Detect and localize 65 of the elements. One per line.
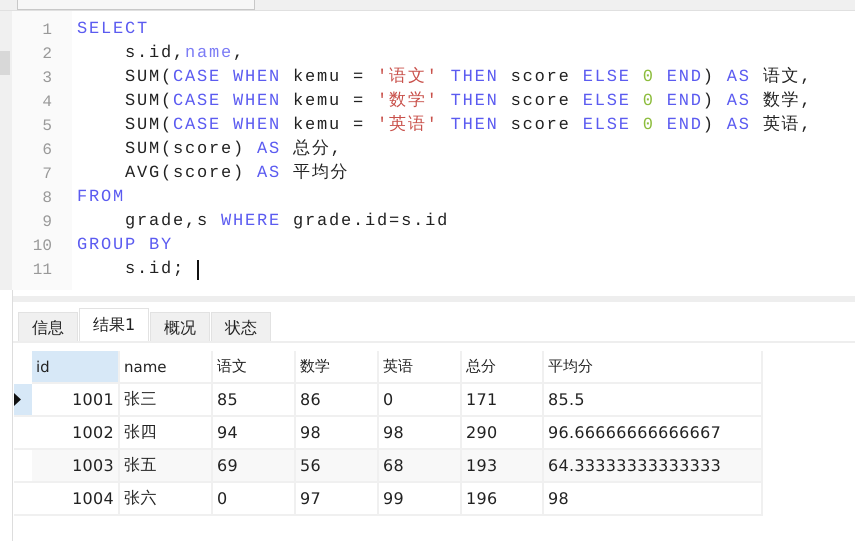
table-cell: 1003 [32, 450, 120, 483]
code-line: SUM(CASE WHEN kemu = '数学' THEN score ELSE 0 END) AS 数学, [124, 90, 814, 113]
code-line: FROM [77, 187, 126, 209]
scroll-marker [0, 51, 10, 75]
table-cell: 196 [462, 483, 544, 516]
code-line: s.id; [77, 258, 855, 282]
table-cell: 0 [379, 384, 462, 417]
line-number: 6 [41, 140, 53, 161]
table-cell: 171 [462, 384, 544, 417]
column-header[interactable]: 总分 [462, 351, 544, 384]
code-line: SUM(score) AS 总分, [124, 138, 344, 161]
table-cell: 56 [296, 450, 379, 483]
line-number: 9 [41, 212, 53, 233]
table-cell: 张六 [120, 483, 213, 516]
table-cell: 98 [379, 417, 462, 450]
table-cell: 1001 [32, 384, 120, 417]
code-line: AVG(score) AS 平均分 [124, 162, 350, 185]
table-cell: 98 [296, 417, 379, 450]
line-number: 3 [41, 68, 53, 89]
table-cell: 86 [296, 384, 379, 417]
table-cell: 96.66666666666667 [544, 417, 763, 450]
code-line: s.id,name, [124, 43, 246, 65]
table-cell: 64.33333333333333 [544, 450, 763, 483]
column-header[interactable]: 语文 [213, 351, 296, 384]
table-cell: 0 [213, 483, 296, 516]
current-row-icon [14, 393, 21, 406]
line-number: 10 [32, 236, 53, 257]
code-line: GROUP BY [77, 235, 174, 257]
column-header[interactable]: 英语 [379, 351, 462, 384]
result-tab[interactable]: 概况 [150, 312, 210, 341]
code-line: SELECT [77, 19, 150, 41]
table-cell: 193 [462, 450, 544, 483]
result-tab[interactable]: 状态 [211, 312, 272, 341]
table-cell: 290 [462, 417, 544, 450]
line-number: 4 [41, 92, 53, 113]
editor-tab[interactable] [17, 0, 255, 10]
line-number: 5 [41, 116, 53, 137]
table-cell: 98 [544, 483, 763, 516]
table-cell: 69 [213, 450, 296, 483]
column-header[interactable]: name [120, 351, 213, 384]
column-header[interactable]: id [32, 351, 120, 384]
table-cell: 99 [379, 483, 462, 516]
result-tab[interactable]: 信息 [18, 312, 78, 341]
table-cell: 85.5 [544, 384, 763, 417]
table-cell: 张四 [120, 417, 213, 450]
table-cell: 1002 [32, 417, 120, 450]
table-cell: 张三 [120, 384, 213, 417]
row-indicator[interactable] [14, 384, 32, 417]
line-number: 1 [41, 20, 53, 41]
table-cell: 94 [213, 417, 296, 450]
line-number: 8 [41, 188, 53, 209]
code-line: SUM(CASE WHEN kemu = '英语' THEN score ELSE 0 END) AS 英语, [124, 114, 814, 137]
table-cell: 68 [379, 450, 462, 483]
table-cell: 1004 [32, 483, 120, 516]
table-cell: 97 [296, 483, 379, 516]
column-header[interactable]: 数学 [296, 351, 379, 384]
result-tab[interactable]: 结果1 [79, 308, 150, 341]
code-line: grade,s WHERE grade.id=s.id [124, 211, 450, 233]
line-number: 7 [41, 164, 53, 185]
table-cell: 张五 [120, 450, 213, 483]
column-header[interactable]: 平均分 [544, 351, 763, 384]
line-number: 11 [32, 260, 53, 281]
line-number: 2 [41, 44, 53, 65]
code-line: SUM(CASE WHEN kemu = '语文' THEN score ELSE 0 END) AS 语文, [124, 66, 814, 89]
table-cell: 85 [213, 384, 296, 417]
